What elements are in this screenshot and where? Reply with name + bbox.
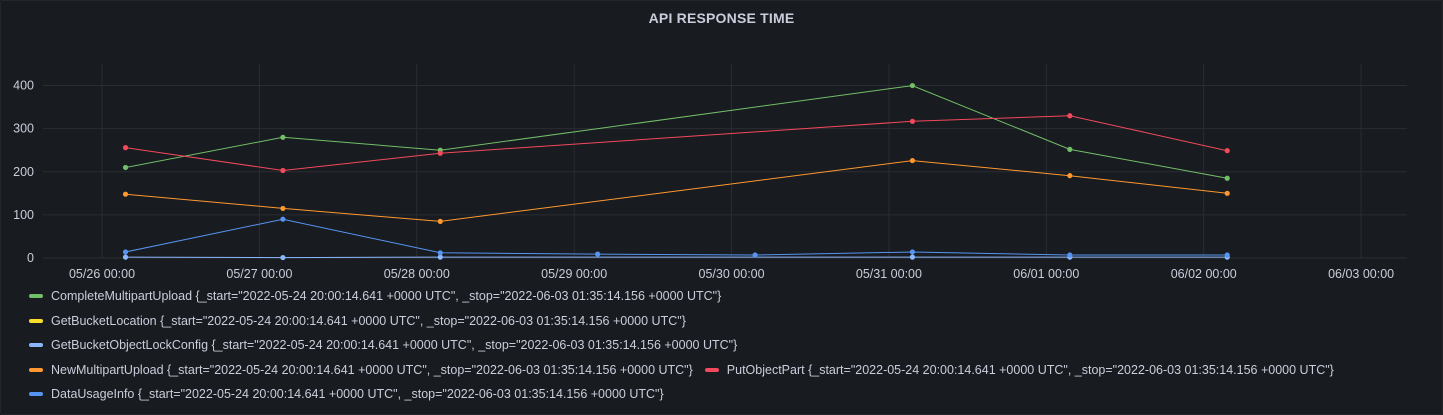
data-point-5-5 — [909, 249, 916, 255]
legend-row: GetBucketObjectLockConfig {_start="2022-… — [29, 333, 1429, 358]
data-point-0-1 — [280, 134, 286, 140]
legend-row: CompleteMultipartUpload {_start="2022-05… — [29, 284, 1429, 309]
data-point-2-3 — [909, 254, 916, 260]
legend-item[interactable]: NewMultipartUpload {_start="2022-05-24 2… — [29, 363, 693, 377]
data-point-5-2 — [437, 250, 443, 256]
legend-label: GetBucketLocation {_start="2022-05-24 20… — [51, 313, 686, 328]
x-tick-label: 05/27 00:00 — [226, 267, 292, 281]
series-line-4 — [125, 115, 1228, 172]
legend-item[interactable]: PutObjectPart {_start="2022-05-24 20:00:… — [704, 362, 1334, 377]
series-line-5 — [125, 218, 1228, 256]
legend-item[interactable]: DataUsageInfo {_start="2022-05-24 20:00:… — [29, 387, 664, 401]
data-point-3-2 — [437, 218, 443, 224]
legend-item[interactable]: CompleteMultipartUpload {_start="2022-05… — [29, 289, 721, 303]
data-point-3-5 — [1224, 190, 1230, 196]
data-point-2-1 — [280, 254, 286, 261]
data-point-0-5 — [1224, 175, 1230, 181]
data-point-3-3 — [909, 157, 916, 164]
legend-label: CompleteMultipartUpload {_start="2022-05… — [51, 289, 722, 304]
y-tick-label: 100 — [13, 208, 34, 222]
y-tick-label: 0 — [27, 251, 34, 265]
legend-swatch — [29, 343, 43, 348]
legend-row: NewMultipartUpload {_start="2022-05-24 2… — [29, 358, 1429, 383]
data-point-5-3 — [595, 251, 601, 257]
legend: CompleteMultipartUpload {_start="2022-05… — [29, 284, 1429, 407]
data-point-4-2 — [437, 150, 443, 156]
legend-swatch — [29, 294, 43, 299]
data-point-4-1 — [280, 167, 286, 174]
legend-swatch — [29, 318, 43, 323]
legend-label: PutObjectPart {_start="2022-05-24 20:00:… — [726, 362, 1334, 377]
data-point-5-0 — [122, 249, 129, 255]
data-point-0-0 — [122, 164, 129, 171]
data-point-4-5 — [1224, 148, 1230, 154]
data-point-5-1 — [280, 216, 286, 222]
x-tick-label: 05/30 00:00 — [699, 267, 765, 281]
legend-item[interactable]: GetBucketObjectLockConfig {_start="2022-… — [29, 338, 737, 352]
data-point-4-3 — [909, 118, 916, 124]
data-point-5-7 — [1224, 252, 1230, 258]
data-point-5-6 — [1067, 252, 1073, 258]
data-point-3-4 — [1067, 173, 1073, 179]
data-point-4-0 — [122, 145, 129, 151]
series-line-0 — [125, 85, 1228, 179]
legend-row: DataUsageInfo {_start="2022-05-24 20:00:… — [29, 382, 1429, 407]
data-point-5-4 — [752, 252, 758, 258]
x-tick-label: 06/02 00:00 — [1171, 267, 1237, 281]
legend-item[interactable]: GetBucketLocation {_start="2022-05-24 20… — [29, 314, 686, 328]
legend-label: NewMultipartUpload {_start="2022-05-24 2… — [51, 362, 693, 377]
x-tick-label: 05/28 00:00 — [384, 267, 450, 281]
x-tick-label: 06/03 00:00 — [1328, 267, 1394, 281]
x-tick-label: 06/01 00:00 — [1013, 267, 1079, 281]
data-point-3-0 — [122, 191, 129, 197]
legend-row: GetBucketLocation {_start="2022-05-24 20… — [29, 309, 1429, 334]
legend-label: GetBucketObjectLockConfig {_start="2022-… — [51, 338, 738, 353]
line-chart: 0 100 200 300 400 05/26 00:00 05/27 00:00 05/28… — [13, 64, 1407, 281]
x-tick-label: 05/26 00:00 — [69, 267, 135, 281]
legend-label: DataUsageInfo {_start="2022-05-24 20:00:… — [51, 387, 664, 402]
legend-swatch — [29, 367, 43, 372]
y-tick-label: 400 — [13, 79, 34, 93]
series-line-2 — [125, 256, 1228, 259]
data-point-3-1 — [280, 205, 286, 212]
x-tick-label: 05/31 00:00 — [856, 267, 922, 281]
data-point-0-3 — [909, 82, 916, 89]
legend-swatch — [704, 367, 719, 372]
data-point-0-4 — [1067, 146, 1073, 152]
chart-panel: API RESPONSE TIME 0 100 200 300 400 05/26 00:… — [0, 0, 1443, 415]
data-point-4-4 — [1067, 113, 1073, 119]
x-tick-label: 05/29 00:00 — [541, 267, 607, 281]
legend-swatch — [29, 392, 43, 397]
y-tick-label: 300 — [13, 122, 34, 136]
data-point-2-0 — [122, 254, 129, 260]
y-tick-label: 200 — [13, 165, 34, 179]
